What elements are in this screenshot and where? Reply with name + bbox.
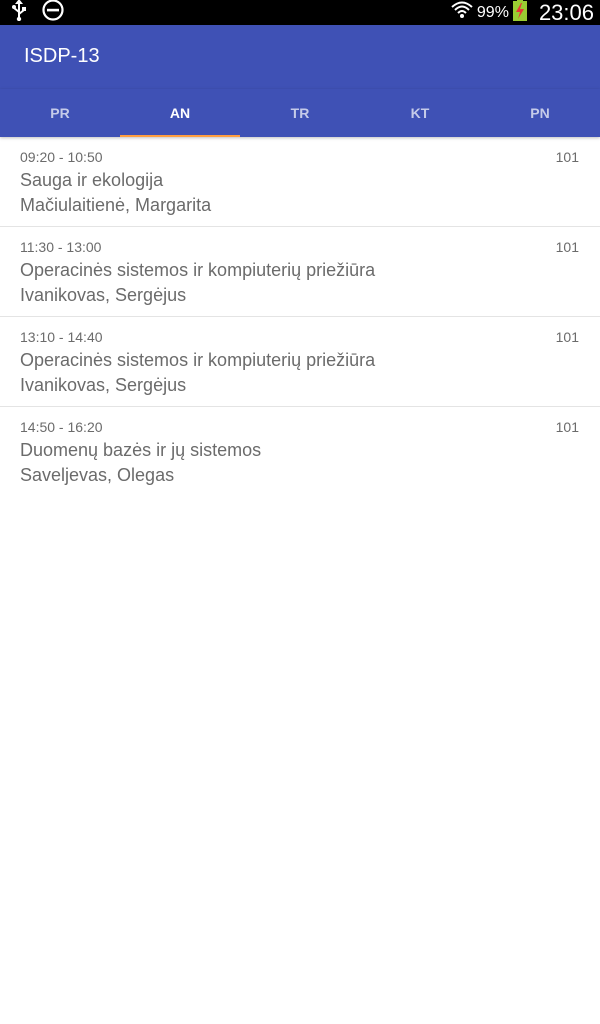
lesson-list: 09:20 - 10:50 101 Sauga ir ekologija Mač… [0, 137, 600, 496]
list-item[interactable]: 11:30 - 13:00 101 Operacinės sistemos ir… [0, 227, 600, 317]
lesson-teacher: Ivanikovas, Sergėjus [20, 285, 187, 305]
lesson-teacher: Ivanikovas, Sergėjus [20, 375, 187, 395]
battery-percent: 99% [476, 3, 509, 21]
day-tabs: PR AN TR KT PN [0, 89, 600, 137]
lesson-time: 11:30 - 13:00 [20, 239, 102, 255]
lesson-subject: Operacinės sistemos ir kompiuterių priež… [20, 350, 376, 370]
status-left-icons [10, 0, 64, 25]
app-bar: ISDP-13 [0, 25, 600, 89]
lesson-subject: Sauga ir ekologija [20, 170, 164, 190]
lesson-teacher: Mačiulaitienė, Margarita [20, 195, 212, 215]
tab-an[interactable]: AN [120, 89, 240, 137]
tab-pn[interactable]: PN [480, 89, 600, 137]
usb-icon [10, 0, 28, 26]
lesson-teacher: Saveljevas, Olegas [20, 465, 175, 485]
tab-kt[interactable]: KT [360, 89, 480, 137]
lesson-subject: Duomenų bazės ir jų sistemos [20, 440, 262, 460]
battery-charging-icon [512, 0, 527, 26]
lesson-room: 101 [555, 239, 579, 255]
app-title: ISDP-13 [24, 45, 100, 67]
clock: 23:06 [538, 0, 594, 25]
tab-pr[interactable]: PR [0, 89, 120, 137]
lesson-subject: Operacinės sistemos ir kompiuterių priež… [20, 260, 376, 280]
lesson-room: 101 [555, 329, 579, 345]
lesson-time: 14:50 - 16:20 [20, 419, 103, 435]
list-item[interactable]: 13:10 - 14:40 101 Operacinės sistemos ir… [0, 317, 600, 407]
lesson-room: 101 [555, 149, 579, 165]
wifi-icon [451, 0, 473, 25]
do-not-disturb-icon [42, 0, 64, 26]
lesson-time: 13:10 - 14:40 [20, 329, 103, 345]
lesson-time: 09:20 - 10:50 [20, 149, 103, 165]
lesson-room: 101 [555, 419, 579, 435]
status-right-icons: 99% 23:06 [451, 0, 594, 25]
list-item[interactable]: 09:20 - 10:50 101 Sauga ir ekologija Mač… [0, 137, 600, 227]
status-bar: 99% 23:06 [0, 0, 600, 25]
list-item[interactable]: 14:50 - 16:20 101 Duomenų bazės ir jų si… [0, 407, 600, 496]
tab-tr[interactable]: TR [240, 89, 360, 137]
